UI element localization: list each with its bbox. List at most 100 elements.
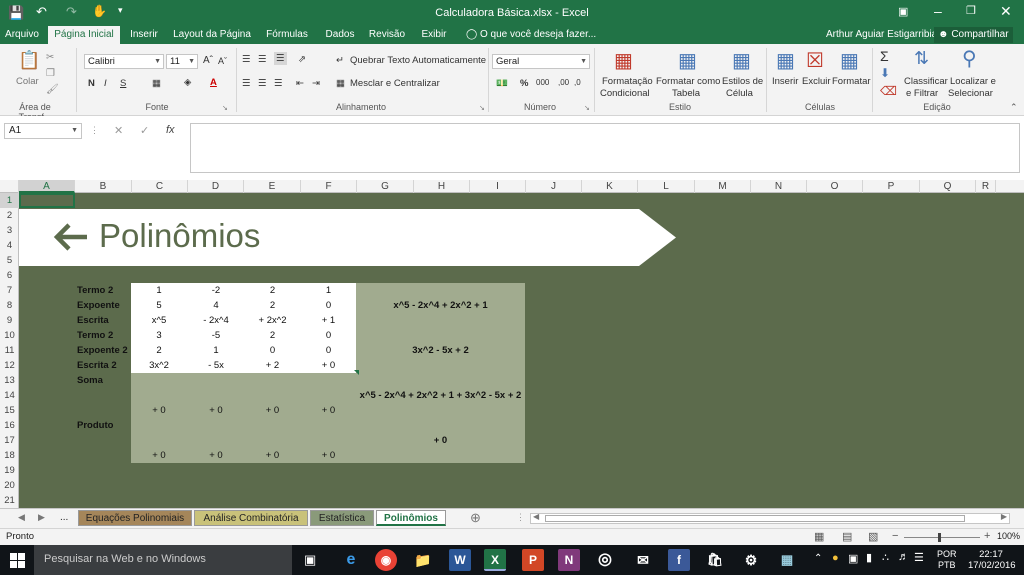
- prev-sheet-icon[interactable]: ◀: [18, 512, 25, 523]
- column-header[interactable]: H: [414, 180, 470, 193]
- decrease-font-icon[interactable]: Aˇ: [218, 56, 227, 66]
- find-icon[interactable]: ⚲: [962, 46, 977, 71]
- column-header[interactable]: B: [75, 180, 132, 193]
- sum-result[interactable]: x^5 - 2x^4 + 2x^2 + 1 + 3x^2 - 5x + 2: [356, 388, 525, 403]
- column-header[interactable]: I: [470, 180, 526, 193]
- column-header[interactable]: N: [751, 180, 807, 193]
- sum-cell[interactable]: + 0: [301, 403, 356, 418]
- dialog-launcher-icon[interactable]: ↘: [222, 104, 228, 112]
- facebook-icon[interactable]: f: [668, 549, 690, 571]
- tab-pagina-inicial[interactable]: Página Inicial: [48, 26, 120, 44]
- tab-layout[interactable]: Layout da Página: [170, 26, 254, 44]
- paste-icon[interactable]: 📋: [18, 50, 40, 71]
- volume-icon[interactable]: ♬: [898, 551, 909, 563]
- tab-arquivo[interactable]: Arquivo: [0, 26, 44, 44]
- chrome-icon[interactable]: ◉: [375, 549, 397, 571]
- font-name-select[interactable]: Calibri ▼: [84, 54, 164, 69]
- scrollbar-thumb[interactable]: [545, 515, 965, 522]
- store-icon[interactable]: 🛍: [704, 549, 726, 571]
- row-header[interactable]: 8: [0, 298, 19, 313]
- tell-me-box[interactable]: O que você deseja fazer...: [480, 26, 596, 44]
- currency-icon[interactable]: 💵: [496, 78, 508, 89]
- table-cell[interactable]: - 5x: [188, 358, 244, 373]
- ribbon-display-icon[interactable]: ▣: [898, 5, 908, 18]
- find-label-2[interactable]: Selecionar: [948, 88, 993, 99]
- column-header[interactable]: A: [19, 180, 75, 193]
- autosum-icon[interactable]: Σ: [880, 48, 889, 64]
- battery-icon[interactable]: ▮: [866, 551, 872, 564]
- row-header[interactable]: 7: [0, 283, 19, 298]
- select-all-corner[interactable]: [0, 180, 19, 193]
- dialog-launcher-icon[interactable]: ↘: [584, 104, 590, 112]
- table-cell[interactable]: -2: [188, 283, 244, 298]
- table-cell[interactable]: 0: [301, 343, 356, 358]
- tab-dados[interactable]: Dados: [320, 26, 360, 44]
- zoom-out-icon[interactable]: −: [892, 530, 898, 542]
- column-header[interactable]: K: [582, 180, 638, 193]
- sum-cell[interactable]: + 0: [131, 403, 187, 418]
- row-header[interactable]: 3: [0, 223, 19, 238]
- tray-app-icon-2[interactable]: ▣: [848, 552, 858, 565]
- table-cell[interactable]: 5: [131, 298, 187, 313]
- decrease-indent-icon[interactable]: ⇤: [296, 78, 304, 89]
- zoom-level[interactable]: 100%: [997, 531, 1020, 541]
- format-painter-icon[interactable]: 🖌: [46, 84, 59, 95]
- table-cell[interactable]: + 0: [301, 358, 356, 373]
- language-indicator[interactable]: POR PTB: [937, 549, 957, 571]
- row-header[interactable]: 18: [0, 448, 19, 463]
- windows-start-icon[interactable]: [10, 553, 25, 568]
- sheet-tab-estatistica[interactable]: Estatística: [310, 510, 374, 526]
- increase-decimal-icon[interactable]: ,00: [558, 78, 569, 87]
- table-cell[interactable]: 2: [244, 283, 301, 298]
- italic-icon[interactable]: I: [104, 78, 107, 89]
- table-cell[interactable]: + 2: [244, 358, 301, 373]
- sum-cell[interactable]: + 0: [188, 403, 244, 418]
- close-icon[interactable]: ✕: [1000, 3, 1012, 20]
- align-bottom-icon[interactable]: ☰: [274, 52, 287, 65]
- page-break-view-icon[interactable]: ▧: [868, 530, 878, 543]
- find-label-1[interactable]: Localizar e: [950, 76, 996, 87]
- column-header[interactable]: E: [244, 180, 301, 193]
- taskbar-search[interactable]: Pesquisar na Web e no Windows: [34, 545, 292, 575]
- row-header[interactable]: 14: [0, 388, 19, 403]
- scroll-left-icon[interactable]: ◀: [533, 512, 539, 521]
- percent-icon[interactable]: %: [520, 78, 528, 89]
- tab-formulas[interactable]: Fórmulas: [258, 26, 316, 44]
- task-view-icon[interactable]: ▣: [304, 552, 316, 568]
- column-header[interactable]: Q: [920, 180, 976, 193]
- edge-icon[interactable]: e: [340, 549, 362, 571]
- row-header[interactable]: 19: [0, 463, 19, 478]
- sheet-tab-analise[interactable]: Análise Combinatória: [194, 510, 308, 526]
- powerpoint-icon[interactable]: P: [522, 549, 544, 571]
- page-layout-view-icon[interactable]: ▤: [842, 530, 852, 543]
- table-cell[interactable]: 0: [301, 328, 356, 343]
- product-cell[interactable]: + 0: [131, 448, 187, 463]
- sort-label-2[interactable]: e Filtrar: [906, 88, 938, 99]
- product-cell[interactable]: + 0: [188, 448, 244, 463]
- format-cells-label[interactable]: Formatar: [832, 76, 871, 87]
- table-cell[interactable]: 0: [301, 298, 356, 313]
- format-table-label-2[interactable]: Tabela: [672, 88, 700, 99]
- number-format-select[interactable]: Geral ▼: [492, 54, 590, 69]
- column-header[interactable]: R: [976, 180, 996, 193]
- row-header[interactable]: 15: [0, 403, 19, 418]
- align-center-icon[interactable]: ☰: [258, 78, 267, 89]
- minimize-icon[interactable]: –: [934, 3, 942, 19]
- merge-center-button[interactable]: Mesclar e Centralizar: [350, 78, 440, 89]
- row-header[interactable]: 2: [0, 208, 19, 223]
- sheet-tab-polinomios[interactable]: Polinômios: [376, 510, 446, 526]
- worksheet-grid[interactable]: ABCDEFGHIJKLMNOPQR 1 2 3 4 5 6 7 8 9 10 11 12 13 14 15…: [0, 180, 1024, 508]
- enter-icon[interactable]: ✓: [140, 124, 149, 137]
- sort-label-1[interactable]: Classificar: [904, 76, 948, 87]
- sheet-tab-equacoes[interactable]: Equações Polinomiais: [78, 510, 192, 526]
- row-header[interactable]: 5: [0, 253, 19, 268]
- align-middle-icon[interactable]: ☰: [258, 54, 267, 65]
- comma-style-icon[interactable]: 000: [536, 78, 549, 87]
- notification-icon[interactable]: ☰: [914, 551, 924, 564]
- insert-cells-icon[interactable]: ▦: [776, 48, 795, 73]
- formula-input[interactable]: [190, 123, 1020, 173]
- row-header[interactable]: 13: [0, 373, 19, 388]
- align-left-icon[interactable]: ☰: [242, 78, 251, 89]
- column-header[interactable]: M: [695, 180, 751, 193]
- insert-cells-label[interactable]: Inserir: [772, 76, 798, 87]
